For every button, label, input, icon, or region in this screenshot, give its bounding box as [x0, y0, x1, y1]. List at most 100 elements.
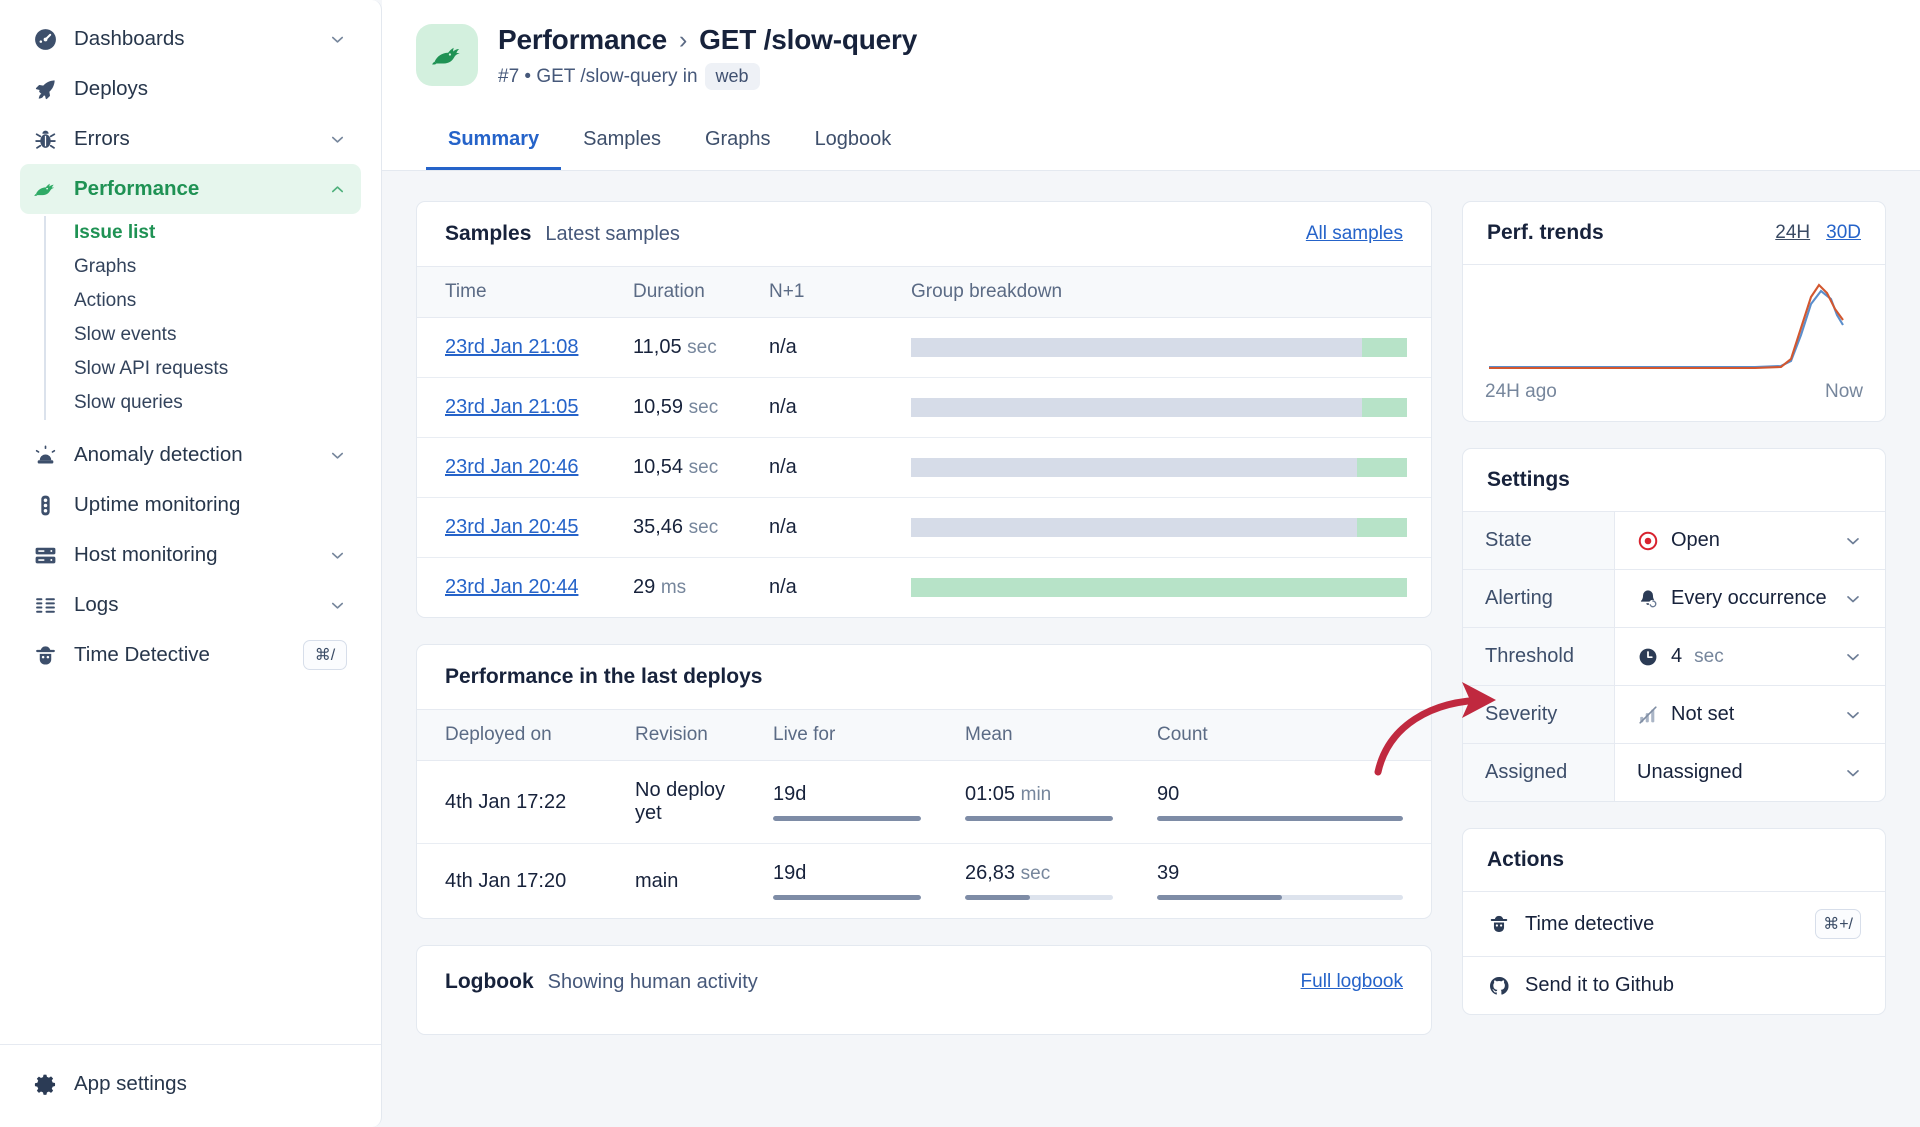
bug-icon — [32, 126, 58, 152]
sidebar-footer-label: App settings — [74, 1072, 187, 1095]
actions-card: Actions Time detective ⌘+/ Send it to Gi… — [1462, 828, 1886, 1015]
table-row: 23rd Jan 20:44 29 ms n/a — [417, 558, 1431, 618]
setting-value-assigned[interactable]: Unassigned — [1615, 744, 1885, 801]
setting-value-threshold[interactable]: 4 sec — [1615, 628, 1885, 685]
group-breakdown-bar — [911, 518, 1407, 537]
page-title: GET /slow-query — [699, 24, 918, 55]
all-samples-link[interactable]: All samples — [1306, 223, 1403, 245]
settings-header: Settings — [1463, 449, 1885, 512]
deploys-card: Performance in the last deploys Deployed… — [416, 644, 1432, 919]
perf-trends-card: Perf. trends 24H 30D 24H ago Now — [1462, 201, 1886, 422]
deploy-mean-value: 26,83 sec — [965, 862, 1113, 885]
deploys-header-row: Deployed on Revision Live for Mean Count — [417, 709, 1431, 761]
sample-time-link[interactable]: 23rd Jan 21:08 — [445, 336, 578, 358]
chevron-down-icon[interactable] — [1843, 647, 1863, 667]
chevron-down-icon[interactable] — [1843, 763, 1863, 783]
performance-subnav: Issue list Graphs Actions Slow events Sl… — [44, 216, 361, 420]
breakdown-segment-grey — [911, 338, 1363, 357]
full-logbook-link[interactable]: Full logbook — [1301, 971, 1403, 993]
col-group-breakdown: Group breakdown — [889, 266, 1431, 318]
setting-value-state[interactable]: Open — [1615, 512, 1885, 569]
chevron-down-icon[interactable] — [1843, 531, 1863, 551]
col-n1: N+1 — [759, 266, 889, 318]
detective-icon — [1487, 913, 1511, 935]
setting-value-alerting[interactable]: Every occurrence — [1615, 570, 1885, 627]
sidebar-item-errors[interactable]: Errors — [20, 114, 361, 164]
series-p95-line — [1489, 289, 1844, 369]
action-label: Send it to Github — [1525, 974, 1674, 996]
col-revision: Revision — [625, 709, 763, 761]
sidebar-item-host-monitoring[interactable]: Host monitoring — [20, 530, 361, 580]
tab-summary[interactable]: Summary — [426, 116, 562, 170]
mean-progress — [965, 816, 1113, 821]
sidebar-item-label: Deploys — [74, 77, 149, 100]
chevron-down-icon[interactable] — [327, 595, 347, 615]
setting-key: State — [1463, 512, 1615, 569]
tab-logbook[interactable]: Logbook — [793, 116, 914, 170]
deploy-live-for: 19d — [773, 862, 807, 884]
sample-duration: 10,59 — [633, 396, 684, 418]
logbook-subtitle: Showing human activity — [547, 970, 758, 993]
range-30d[interactable]: 30D — [1826, 222, 1861, 244]
sidebar-nav: Dashboards Deploys Errors Performance Is… — [0, 0, 381, 1044]
right-column: Perf. trends 24H 30D 24H ago Now Setting… — [1462, 201, 1886, 1127]
range-24h[interactable]: 24H — [1775, 222, 1810, 244]
chevron-down-icon[interactable] — [327, 445, 347, 465]
deploys-card-header: Performance in the last deploys — [417, 645, 1431, 709]
table-row: 23rd Jan 20:46 10,54 sec n/a — [417, 437, 1431, 498]
chevron-up-icon[interactable] — [327, 179, 347, 199]
sidebar-item-deploys[interactable]: Deploys — [20, 64, 361, 114]
sidebar-subitem-slow-api-requests[interactable]: Slow API requests — [46, 352, 361, 386]
sidebar-subitem-graphs[interactable]: Graphs — [46, 250, 361, 284]
setting-row-alerting: Alerting Every occurrence — [1463, 570, 1885, 628]
setting-value-text: Unassigned — [1637, 761, 1743, 783]
sidebar-subitem-issue-list[interactable]: Issue list — [46, 216, 361, 250]
no-chevron — [327, 495, 347, 515]
chevron-down-icon[interactable] — [327, 129, 347, 149]
breakdown-segment-grey — [911, 398, 1363, 417]
action-send-to-github[interactable]: Send it to Github — [1463, 957, 1885, 1014]
sidebar-item-label: Anomaly detection — [74, 443, 243, 466]
sidebar-item-performance[interactable]: Performance — [20, 164, 361, 214]
group-breakdown-bar — [911, 458, 1407, 477]
chevron-down-icon[interactable] — [1843, 589, 1863, 609]
chevron-down-icon[interactable] — [1843, 705, 1863, 725]
samples-title: Samples — [445, 222, 532, 245]
sidebar-item-anomaly-detection[interactable]: Anomaly detection — [20, 430, 361, 480]
sample-time-link[interactable]: 23rd Jan 20:45 — [445, 516, 578, 538]
chevron-down-icon[interactable] — [327, 545, 347, 565]
sample-time-link[interactable]: 23rd Jan 21:05 — [445, 396, 578, 418]
tab-samples[interactable]: Samples — [561, 116, 683, 170]
deploy-mean-unit: min — [1020, 784, 1052, 805]
live-for-progress — [773, 816, 921, 821]
count-progress — [1157, 816, 1403, 821]
table-row: 23rd Jan 21:05 10,59 sec n/a — [417, 377, 1431, 438]
setting-value-severity[interactable]: Not set — [1615, 686, 1885, 743]
sidebar-item-dashboards[interactable]: Dashboards — [20, 14, 361, 64]
chevron-down-icon[interactable] — [327, 29, 347, 49]
sidebar-item-logs[interactable]: Logs — [20, 580, 361, 630]
table-row: 23rd Jan 20:45 35,46 sec n/a — [417, 497, 1431, 558]
sidebar-item-label: Dashboards — [74, 27, 185, 50]
logbook-title: Logbook — [445, 970, 534, 993]
action-time-detective[interactable]: Time detective ⌘+/ — [1463, 892, 1885, 957]
sample-time-link[interactable]: 23rd Jan 20:46 — [445, 456, 578, 478]
sample-time-link[interactable]: 23rd Jan 20:44 — [445, 576, 578, 598]
page-subtitle-text: #7 • GET /slow-query in — [498, 65, 698, 87]
page-subtitle: #7 • GET /slow-query in web — [498, 63, 917, 90]
sidebar-subitem-slow-events[interactable]: Slow events — [46, 318, 361, 352]
sidebar-item-uptime-monitoring[interactable]: Uptime monitoring — [20, 480, 361, 530]
app-chip: web — [704, 63, 760, 90]
perf-trends-ranges: 24H 30D — [1775, 222, 1861, 244]
tab-graphs[interactable]: Graphs — [683, 116, 793, 170]
deploy-mean: 26,83 — [965, 862, 1016, 884]
breakdown-segment-green — [1357, 518, 1407, 537]
breakdown-segment-grey — [911, 458, 1358, 477]
logbook-card: Logbook Showing human activity Full logb… — [416, 945, 1432, 1035]
sidebar-item-time-detective[interactable]: Time Detective ⌘/ — [20, 630, 361, 680]
sidebar-item-app-settings[interactable]: App settings — [20, 1059, 361, 1109]
series-mean-line — [1489, 283, 1844, 370]
breadcrumb-parent[interactable]: Performance — [498, 24, 667, 56]
sidebar-subitem-actions[interactable]: Actions — [46, 284, 361, 318]
sidebar-subitem-slow-queries[interactable]: Slow queries — [46, 386, 361, 420]
